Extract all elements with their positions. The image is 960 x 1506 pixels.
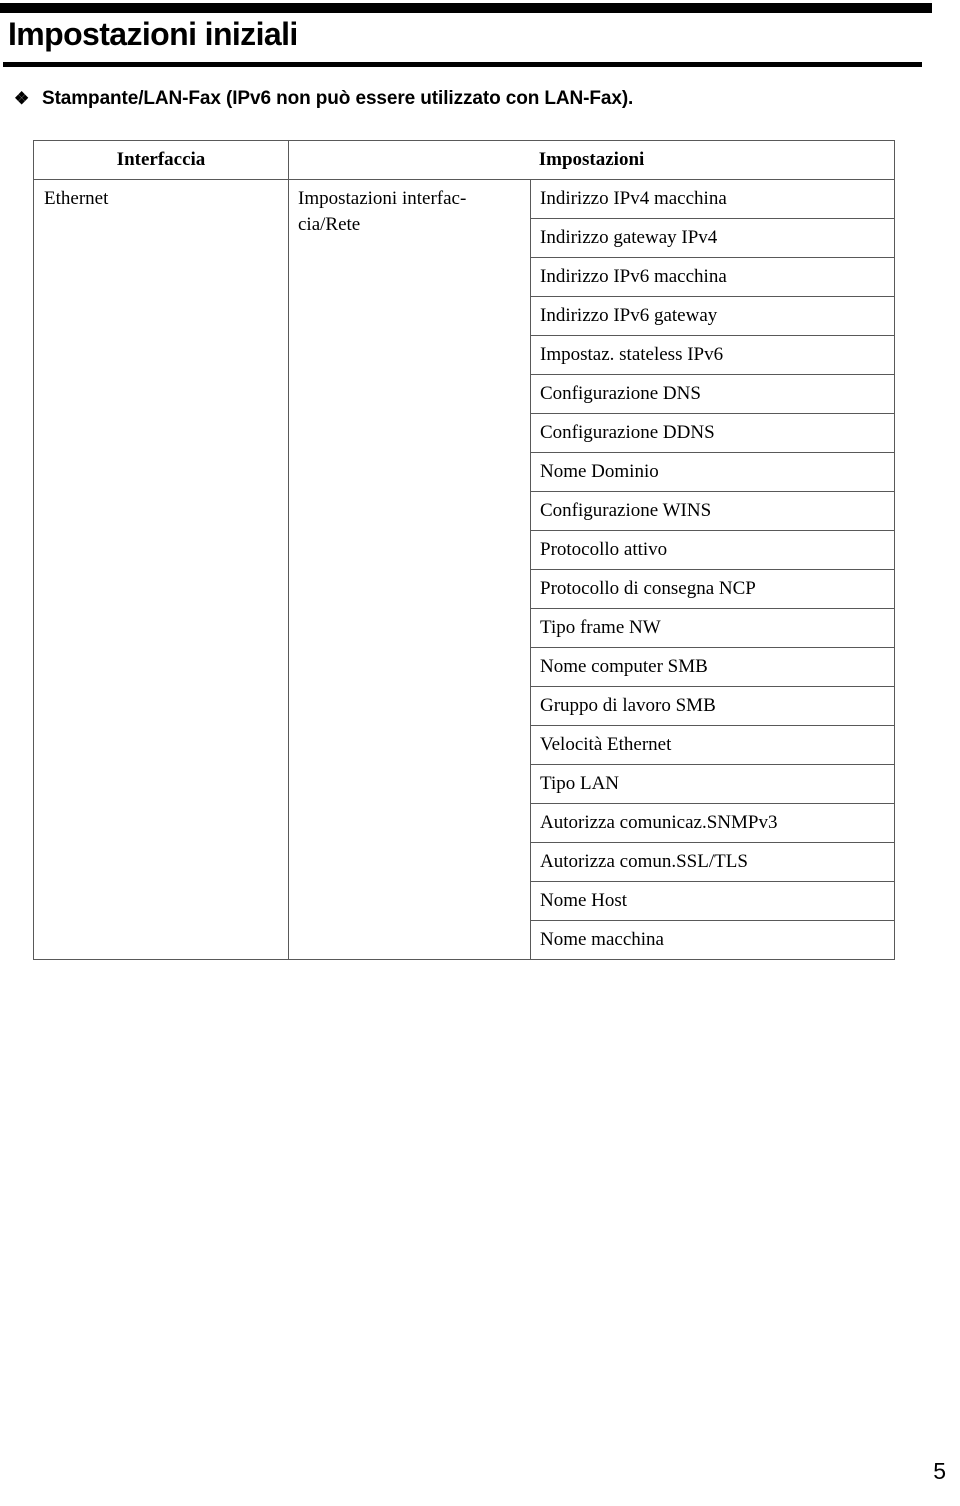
setting-item: Nome computer SMB	[529, 647, 896, 687]
table-body: Ethernet Impostazioni interfac- cia/Rete…	[33, 179, 896, 960]
page-number: 5	[933, 1458, 946, 1484]
setting-item: Indirizzo gateway IPv4	[529, 218, 896, 258]
settings-group-label-line1: Impostazioni interfac-	[298, 188, 467, 209]
setting-item: Nome Dominio	[529, 452, 896, 492]
header-bottom-rule	[3, 62, 922, 67]
setting-item: Tipo frame NW	[529, 608, 896, 648]
setting-item: Velocità Ethernet	[529, 725, 896, 765]
column-header-interface: Interfaccia	[33, 140, 289, 180]
settings-group-label-line2: cia/Rete	[298, 214, 361, 235]
page-title: Impostazioni iniziali	[8, 16, 298, 52]
setting-item: Indirizzo IPv6 macchina	[529, 257, 896, 297]
setting-item: Nome macchina	[529, 920, 896, 960]
setting-item: Configurazione DDNS	[529, 413, 896, 453]
table-row: Ethernet Impostazioni interfac- cia/Rete…	[33, 179, 896, 960]
settings-group-cell: Impostazioni interfac- cia/Rete	[288, 179, 531, 960]
setting-item: Indirizzo IPv4 macchina	[529, 179, 896, 219]
setting-item: Autorizza comunicaz.SNMPv3	[529, 803, 896, 843]
setting-item: Configurazione DNS	[529, 374, 896, 414]
setting-item: Nome Host	[529, 881, 896, 921]
settings-table: Interfaccia Impostazioni Ethernet Impost…	[33, 140, 896, 960]
setting-item: Indirizzo IPv6 gateway	[529, 296, 896, 336]
setting-item: Gruppo di lavoro SMB	[529, 686, 896, 726]
setting-item: Protocollo di consegna NCP	[529, 569, 896, 609]
setting-item: Autorizza comun.SSL/TLS	[529, 842, 896, 882]
column-header-settings: Impostazioni	[287, 140, 896, 180]
section-caption: ❖ Stampante/LAN-Fax (IPv6 non può essere…	[14, 86, 944, 112]
table-header-row: Interfaccia Impostazioni	[33, 140, 896, 180]
setting-item: Protocollo attivo	[529, 530, 896, 570]
setting-item: Configurazione WINS	[529, 491, 896, 531]
section-caption-text: Stampante/LAN-Fax (IPv6 non può essere u…	[42, 88, 634, 109]
setting-item: Tipo LAN	[529, 764, 896, 804]
diamond-bullet-icon: ❖	[14, 89, 30, 108]
header-top-rule	[0, 3, 932, 13]
interface-cell-ethernet: Ethernet	[33, 179, 289, 960]
setting-item: Impostaz. stateless IPv6	[529, 335, 896, 375]
